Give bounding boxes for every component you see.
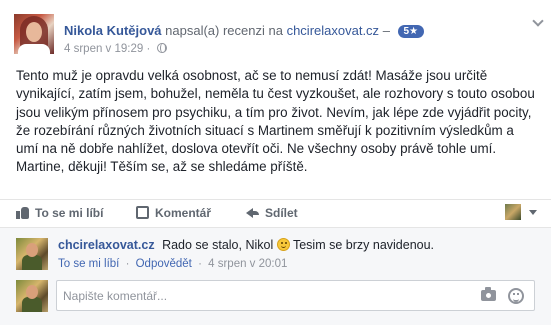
comment-separator: · [125,258,130,270]
dash-separator: – [382,23,390,38]
chevron-down-icon[interactable] [532,16,544,28]
sticker-icon[interactable] [508,288,524,304]
smiley-emoji-icon [276,238,290,251]
comment-meta: To se mi líbí · Odpovědět · 4 srpen v 20… [58,258,287,270]
comment-separator: · [198,258,202,270]
post-as-avatar[interactable] [505,204,521,220]
comment-author-link[interactable]: chcirelaxovat.cz [58,238,155,252]
globe-icon [156,43,167,53]
comment-text-after: Tesim se brzy navidenou. [292,238,435,252]
comment-text: Rado se stalo, Nikol [162,238,274,252]
comment-avatar[interactable] [16,238,48,270]
comment-button[interactable]: Komentář [136,206,211,220]
camera-icon[interactable] [481,287,496,301]
comment-body: chcirelaxovat.cz Rado se stalo, Nikol Te… [58,238,434,252]
dot-separator: · [146,43,154,55]
post-timestamp[interactable]: 4 srpen v 19:29 [64,43,143,55]
author-name-link[interactable]: Nikola Kutějová [64,23,162,38]
comment-label: Komentář [155,206,212,220]
like-button[interactable]: To se mi líbí [16,206,103,220]
like-label: To se mi líbí [35,206,104,220]
comments-section: chcirelaxovat.cz Rado se stalo, Nikol Te… [0,227,551,325]
comment-input[interactable] [63,287,463,305]
thumbs-up-icon [16,206,29,219]
comment-timestamp[interactable]: 4 srpen v 20:01 [208,258,287,270]
post-meta: 4 srpen v 19:29 · [64,43,167,55]
page-name-link[interactable]: chcirelaxovat.cz [287,23,379,38]
comment-like-link[interactable]: To se mi líbí [58,258,119,270]
share-label: Sdílet [265,206,298,220]
comment-icon [136,206,149,219]
review-post: Nikola Kutějová napsal(a) recenzi na chc… [0,0,551,325]
post-header: Nikola Kutějová napsal(a) recenzi na chc… [14,14,544,60]
share-button[interactable]: Sdílet [246,206,298,220]
action-text: napsal(a) recenzi na [165,23,283,38]
caret-down-icon[interactable] [529,210,537,215]
comment-composer[interactable] [56,280,535,311]
author-avatar[interactable] [14,14,54,54]
composer-avatar [16,280,48,312]
action-bar: To se mi líbí Komentář Sdílet [0,199,551,227]
rating-badge[interactable]: 5★ [397,25,425,38]
share-icon [246,206,259,219]
post-title-line: Nikola Kutějová napsal(a) recenzi na chc… [64,23,425,38]
review-body: Tento muž je opravdu velká osobnost, ač … [16,68,535,175]
comment-reply-link[interactable]: Odpovědět [136,258,192,270]
